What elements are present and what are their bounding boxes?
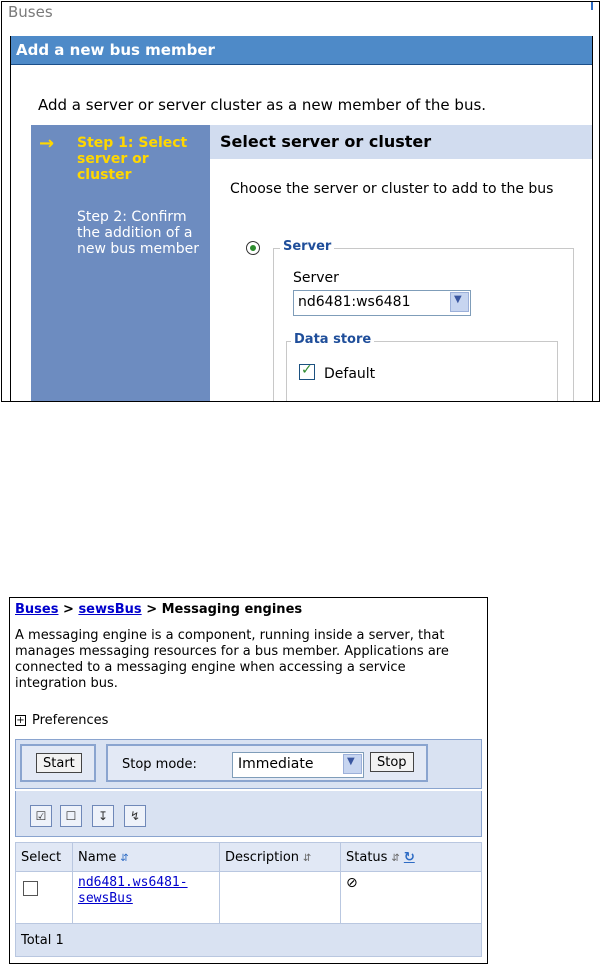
wizard-step-1[interactable]: Step 1: Select server or cluster (77, 135, 207, 183)
table-row: nd6481.ws6481-sewsBus ⊘ (15, 871, 482, 926)
breadcrumb: Buses > sewsBus > Messaging engines (15, 602, 302, 617)
corner-marker (591, 2, 593, 10)
data-store-legend: Data store (291, 332, 375, 347)
messaging-engines-table: Select Name ⇵ Description ⇵ Status ⇵ ↻ nd648… (15, 842, 482, 926)
sort-icon[interactable]: ⇵ (303, 853, 311, 864)
current-step-arrow-icon: → (39, 133, 55, 154)
stop-button[interactable]: Stop (370, 752, 414, 772)
description-header-label: Description (225, 849, 300, 865)
row-select-cell (15, 871, 73, 926)
stop-mode-value: Immediate (238, 756, 314, 772)
row-status-cell: ⊘ (340, 871, 482, 926)
stop-mode-label: Stop mode: (122, 757, 197, 772)
data-store-fieldset: Data store ✓ Default (286, 332, 558, 401)
messaging-engine-link[interactable]: nd6481.ws6481-sewsBus (78, 875, 188, 906)
breadcrumb-separator: > (146, 602, 158, 617)
sort-icon[interactable]: ⇵ (120, 853, 128, 864)
stop-button-group: Stop mode: Immediate ▼ Stop (106, 744, 428, 782)
wizard-step-2[interactable]: Step 2: Confirm the addition of a new bu… (77, 209, 207, 257)
default-checkbox[interactable]: ✓ (299, 362, 315, 380)
sort-icon[interactable]: ⇵ (391, 853, 399, 864)
row-description-cell (219, 871, 341, 926)
status-header-label: Status (346, 849, 388, 865)
step-heading: Select server or cluster (220, 132, 432, 151)
step-heading-bar: Select server or cluster (210, 125, 592, 159)
stop-mode-select[interactable]: Immediate ▼ (232, 752, 364, 778)
server-select-dropdown-button[interactable]: ▼ (450, 292, 469, 312)
wizard-header-title: Add a new bus member (16, 41, 215, 59)
status-column-header[interactable]: Status ⇵ ↻ (340, 842, 482, 872)
expand-plus-icon[interactable]: + (15, 715, 26, 726)
wizard-step-nav: → Step 1: Select server or cluster Step … (31, 125, 210, 401)
start-button[interactable]: Start (36, 753, 82, 773)
row-name-cell: nd6481.ws6481-sewsBus (72, 871, 220, 926)
stopped-icon: ⊘ (346, 875, 358, 891)
server-fieldset: Server Server nd6481:ws6481 ▼ Data store… (273, 239, 574, 401)
filter-icon[interactable]: ↧ (92, 805, 114, 827)
server-select-value: nd6481:ws6481 (298, 294, 411, 310)
chevron-down-icon: ▼ (347, 756, 355, 767)
server-select[interactable]: nd6481:ws6481 ▼ (293, 290, 471, 316)
breadcrumb-current: Messaging engines (161, 602, 303, 617)
select-column-header: Select (15, 842, 73, 872)
name-header-label: Name (78, 849, 117, 865)
deselect-all-icon[interactable]: ☐ (60, 805, 82, 827)
total-count: Total 1 (21, 933, 64, 948)
action-toolbar: Start Stop mode: Immediate ▼ Stop (15, 739, 482, 789)
breadcrumb-separator: > (63, 602, 74, 617)
refresh-icon[interactable]: ↻ (404, 850, 415, 865)
chevron-down-icon: ▼ (454, 294, 462, 305)
wizard-description: Add a server or server cluster as a new … (38, 96, 487, 114)
description-column-header[interactable]: Description ⇵ (219, 842, 341, 872)
radio-selected-dot (250, 245, 256, 251)
wizard-header: Add a new bus member (11, 36, 592, 65)
row-select-checkbox[interactable] (23, 881, 38, 896)
table-footer: Total 1 (15, 923, 482, 957)
panel-title: Buses (8, 3, 53, 21)
name-column-header[interactable]: Name ⇵ (72, 842, 220, 872)
start-button-group: Start (20, 744, 96, 782)
add-bus-member-panel: Buses Add a new bus member Add a server … (1, 1, 600, 402)
wizard-main-area: Select server or cluster Choose the serv… (210, 125, 592, 401)
server-field-label: Server (293, 270, 339, 286)
default-checkbox-label: Default (324, 366, 376, 382)
breadcrumb-sewsbus-link[interactable]: sewsBus (78, 602, 141, 617)
checkmark-icon: ✓ (301, 362, 313, 378)
panel-titlebar: Buses (2, 2, 599, 24)
preferences-label: Preferences (32, 713, 109, 728)
wizard-container: Add a new bus member Add a server or ser… (10, 36, 593, 401)
table-icon-bar: ☑ ☐ ↧ ↯ (15, 791, 482, 837)
table-header-row: Select Name ⇵ Description ⇵ Status ⇵ ↻ (15, 842, 482, 872)
messaging-engine-description: A messaging engine is a component, runni… (15, 628, 449, 691)
messaging-engines-panel: Buses > sewsBus > Messaging engines A me… (9, 597, 488, 964)
stop-mode-dropdown-button[interactable]: ▼ (343, 754, 362, 774)
server-radio-button[interactable] (246, 241, 260, 255)
preferences-toggle[interactable]: + Preferences (15, 713, 108, 728)
select-all-icon[interactable]: ☑ (30, 805, 52, 827)
clear-filter-icon[interactable]: ↯ (124, 805, 146, 827)
choose-instruction: Choose the server or cluster to add to t… (230, 181, 554, 197)
breadcrumb-buses-link[interactable]: Buses (15, 602, 58, 617)
server-fieldset-legend: Server (280, 239, 335, 254)
